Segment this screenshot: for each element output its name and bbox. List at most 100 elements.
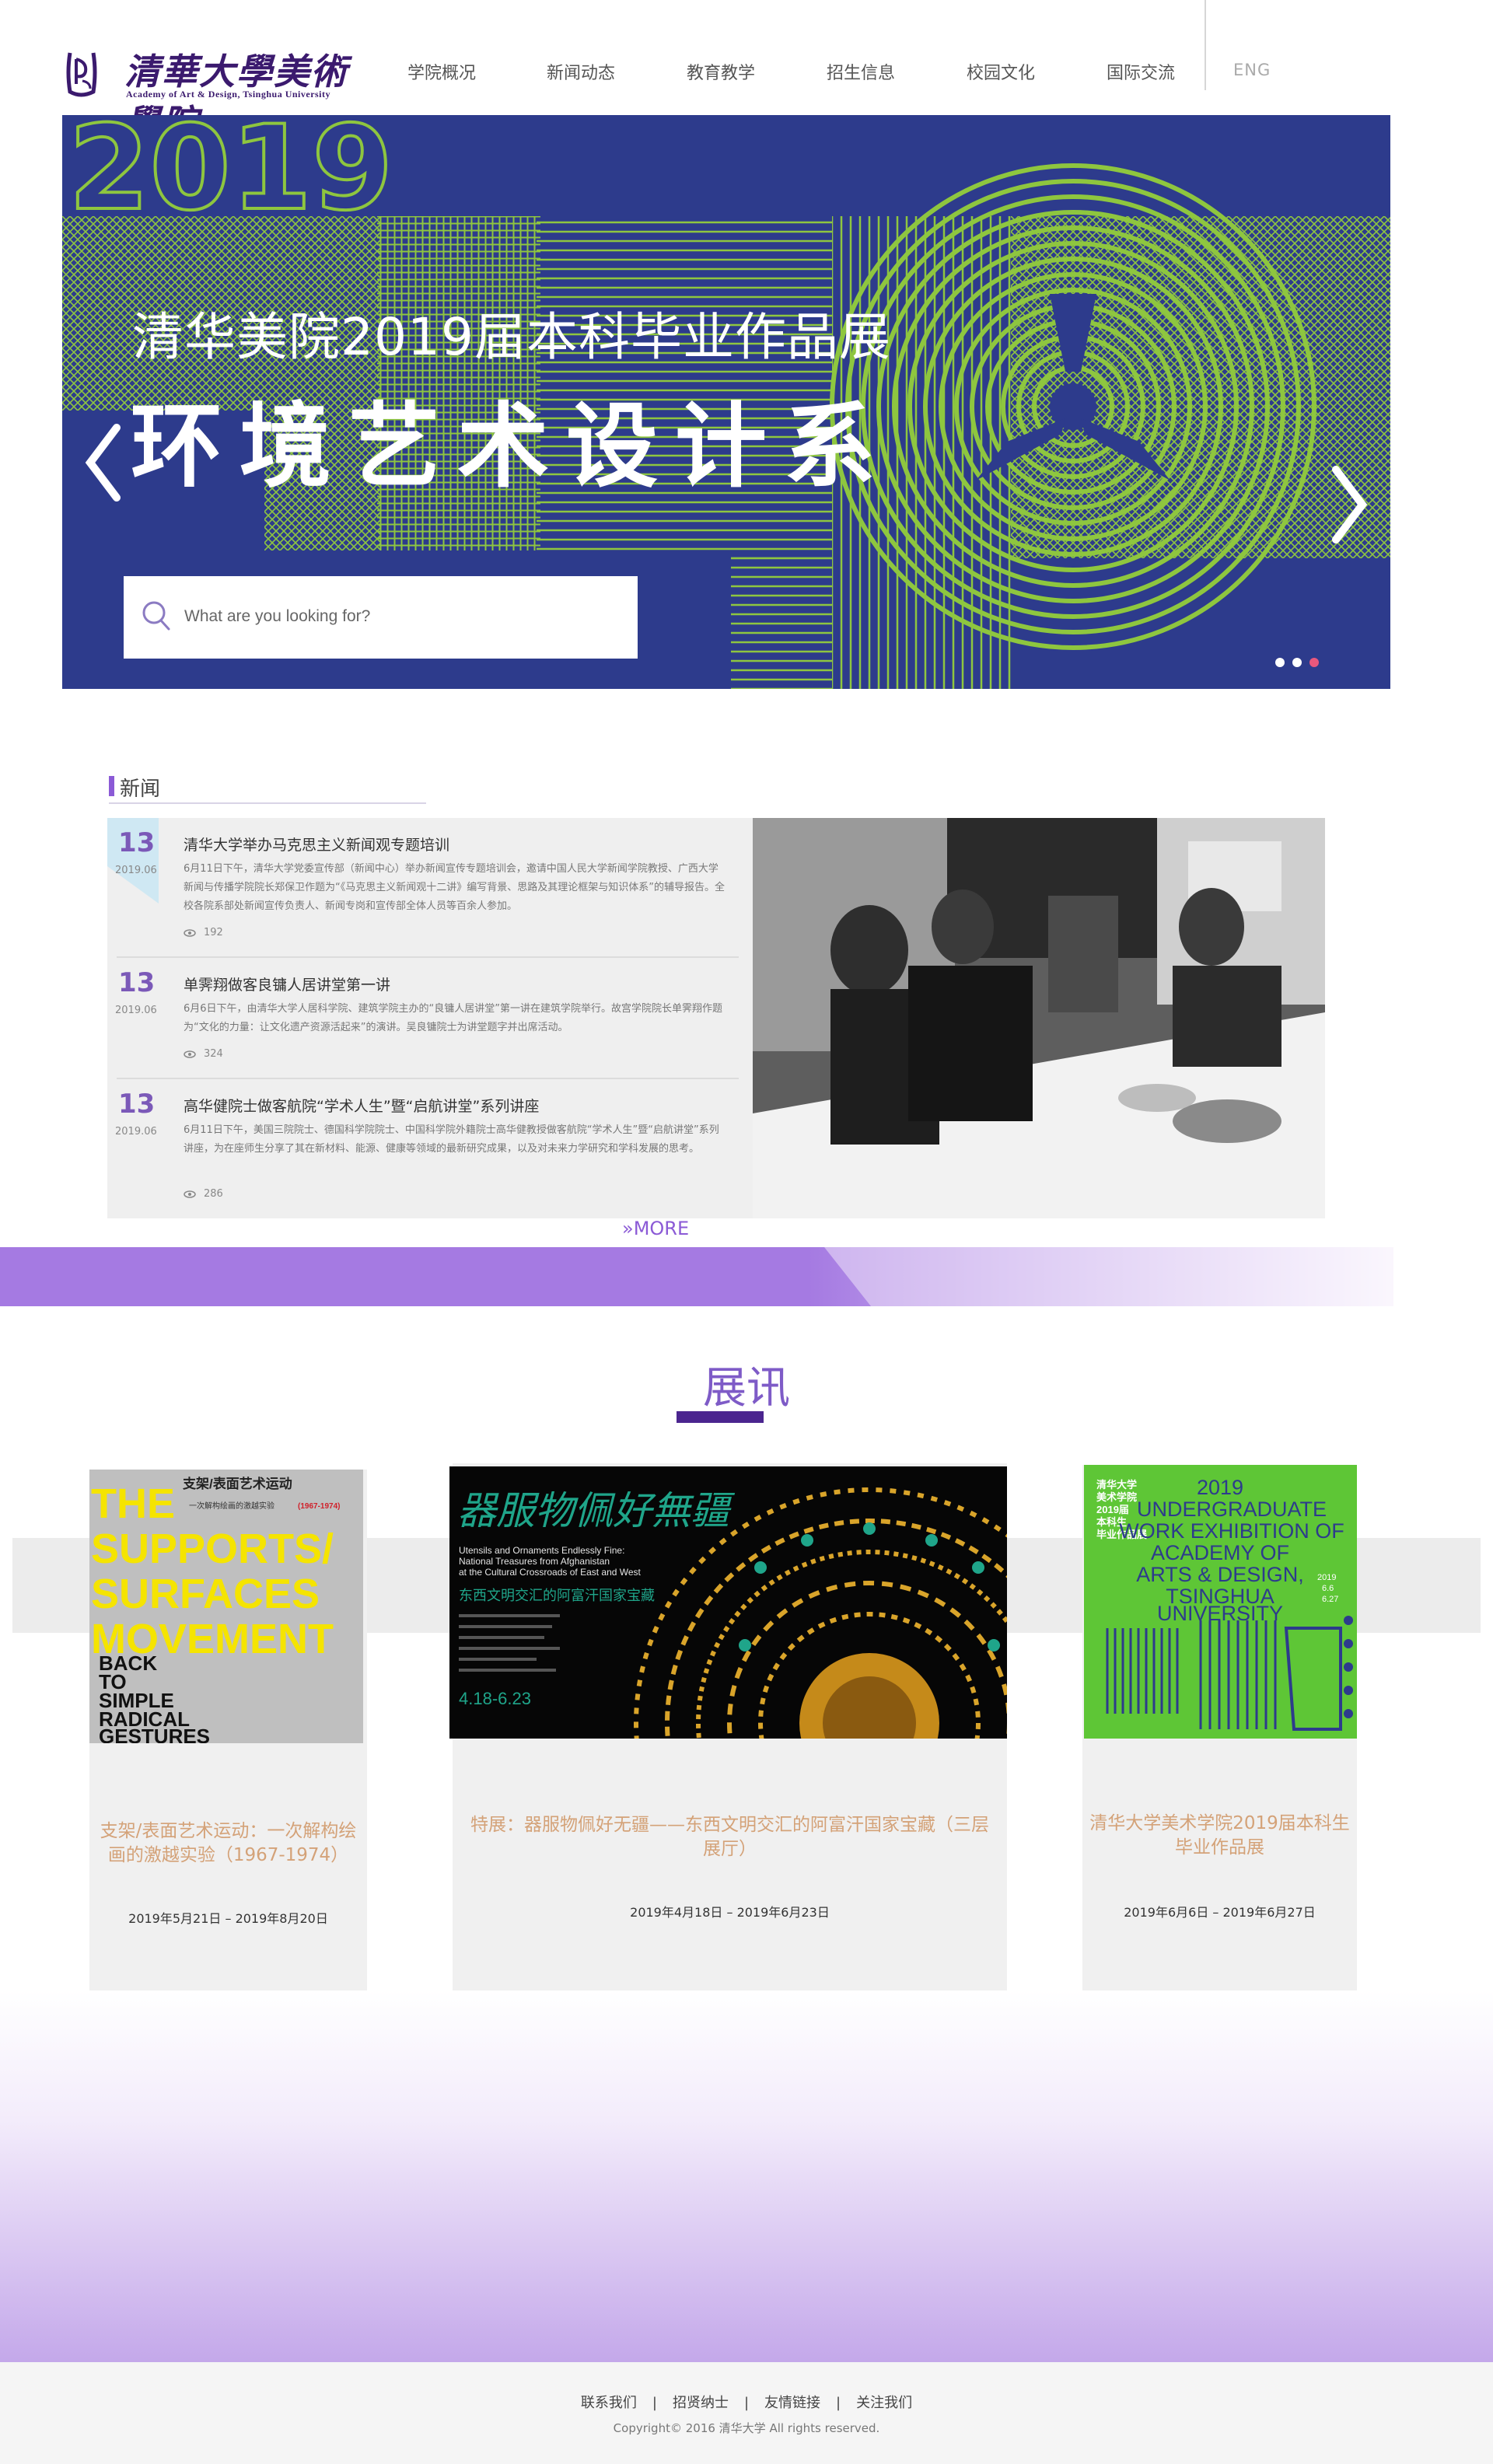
news-summary: 6月11日下午，清华大学党委宣传部（新闻中心）举办新闻宣传专题培训会，邀请中国人… (184, 863, 725, 912)
exhibition-title[interactable]: 清华大学美术学院2019届本科生毕业作品展 (1082, 1812, 1357, 1860)
exhibition-title[interactable]: 支架/表面艺术运动：一次解构绘画的激越实验（1967-1974） (89, 1819, 367, 1868)
nav-item-campus[interactable]: 校园文化 (967, 59, 1035, 84)
footer-links: 联系我们 | 招贤纳士 | 友情链接 | 关注我们 (0, 2392, 1493, 2412)
nav-item-education[interactable]: 教育教学 (687, 59, 755, 84)
news-date-month: 2019.06 (115, 1005, 157, 1016)
search-icon[interactable] (141, 599, 172, 634)
poster-date-line: 6.27 (1322, 1595, 1338, 1604)
exhibition-poster: 器服物佩好無疆 Utensils and Ornaments Endlessly… (449, 1466, 1007, 1739)
news-title[interactable]: 单霁翔做客良镛人居讲堂第一讲 (184, 973, 390, 994)
poster-header: 支架/表面艺术运动 (183, 1476, 292, 1491)
next-slide-arrow-icon[interactable] (1327, 462, 1373, 547)
poster-supports-surfaces: 支架/表面艺术运动 一次解构绘画的激越实验 (1967-1974) THE SU… (89, 1470, 363, 1743)
nav-item-about[interactable]: 学院概况 (407, 59, 476, 84)
news-date-month: 2019.06 (115, 1126, 157, 1138)
exhibition-card[interactable]: 清华大学 美术学院 2019届 本科生 毕业作品展 2019 UNDERGRAD… (1082, 1465, 1357, 2013)
prev-slide-arrow-icon[interactable] (79, 420, 126, 505)
news-summary: 6月6日下午，由清华大学人居科学院、建筑学院主办的“良镛人居讲堂”第一讲在建筑学… (184, 1003, 723, 1033)
exhibition-card[interactable]: 支架/表面艺术运动 一次解构绘画的激越实验 (1967-1974) THE SU… (89, 1470, 367, 2018)
eye-icon (184, 1190, 196, 1198)
news-item[interactable]: 13 2019.06 单霁翔做客良镛人居讲堂第一讲 6月6日下午，由清华大学人居… (107, 958, 743, 1082)
slide-dot-3-active[interactable] (1309, 658, 1319, 667)
poster-line: SURFACES (91, 1571, 320, 1617)
exhibition-date: 2019年6月6日 – 2019年6月27日 (1124, 1905, 1316, 1920)
slide-dot-1[interactable] (1275, 658, 1285, 667)
news-section-heading: 新闻 (109, 773, 426, 804)
footer-copyright: Copyright© 2016 清华大学 All rights reserved… (613, 2421, 880, 2435)
search-box (124, 576, 638, 659)
nav-item-admissions[interactable]: 招生信息 (827, 59, 895, 84)
poster-en-line: Utensils and Ornaments Endlessly Fine: (459, 1545, 624, 1556)
chevron-double-right-icon: » (622, 1218, 634, 1239)
poster-date-line: 2019 (1317, 1573, 1336, 1582)
footer-separator: | (743, 2395, 750, 2411)
footer-link-contact[interactable]: 联系我们 (581, 2395, 637, 2411)
news-feature-photo[interactable] (753, 818, 1325, 1218)
poster-sub-cn: 东西文明交汇的阿富汗国家宝藏 (459, 1588, 655, 1604)
news-title[interactable]: 高华健院士做客航院“学术人生”暨“启航讲堂”系列讲座 (184, 1095, 539, 1116)
news-heading-text: 新闻 (120, 778, 161, 801)
poster-dates: 4.18-6.23 (459, 1689, 531, 1708)
banner-subtitle: 清华美院2019届本科毕业作品展 (132, 307, 891, 367)
eye-icon (184, 928, 196, 937)
poster-en-line: 2019 (1197, 1476, 1243, 1499)
poster-sub: 一次解构绘画的激越实验 (189, 1501, 274, 1511)
news-views-count: 192 (204, 927, 223, 938)
banner-year: 2019 (68, 115, 393, 236)
exhibitions-heading-underline (677, 1411, 764, 1423)
poster-years: (1967-1974) (298, 1502, 340, 1511)
more-label: MORE (633, 1218, 690, 1239)
news-views: 286 (184, 1188, 223, 1200)
exhibition-date: 2019年5月21日 – 2019年8月20日 (128, 1911, 328, 1926)
poster-en-line: UNDERGRADUATE (1137, 1498, 1327, 1521)
news-views: 324 (184, 1048, 223, 1060)
footer-link-friends[interactable]: 友情链接 (764, 2395, 820, 2411)
news-more-link[interactable]: »MORE (622, 1218, 689, 1239)
footer-link-jobs[interactable]: 招贤纳士 (673, 2395, 729, 2411)
site-header: 清華大學美術學院 Academy of Art & Design, Tsingh… (0, 0, 1493, 144)
logo-emblem-icon (66, 52, 97, 97)
poster-header-line: 2019届 (1096, 1504, 1129, 1515)
poster-line: THE (91, 1480, 175, 1527)
poster-en-line: ACADEMY OF (1151, 1541, 1289, 1564)
news-views-count: 286 (204, 1188, 223, 1200)
footer-gradient (0, 1990, 1493, 2362)
site-footer: 联系我们 | 招贤纳士 | 友情链接 | 关注我们 Copyright© 2016 清华大学… (0, 2362, 1493, 2464)
nav-item-international[interactable]: 国际交流 (1107, 59, 1175, 84)
exhibition-title[interactable]: 特展：器服物佩好无疆——东西文明交汇的阿富汗国家宝藏（三层展厅） (453, 1813, 1007, 1861)
news-item[interactable]: 13 2019.06 清华大学举办马克思主义新闻观专题培训 6月11日下午，清华… (107, 818, 743, 942)
footer-link-follow[interactable]: 关注我们 (856, 2395, 912, 2411)
poster-undergrad-exhibition: 清华大学 美术学院 2019届 本科生 毕业作品展 2019 UNDERGRAD… (1084, 1465, 1357, 1739)
poster-header-line: 美术学院 (1096, 1491, 1137, 1503)
page: 清華大學美術學院 Academy of Art & Design, Tsingh… (0, 0, 1493, 2464)
news-summary: 6月11日下午，美国三院院士、德国科学院院士、中国科学院外籍院士高华健教授做客航… (184, 1124, 719, 1155)
poster-header-line: 清华大学 (1096, 1479, 1137, 1491)
language-switch-eng[interactable]: ENG (1233, 61, 1271, 79)
hero-banner: 2019 清华美院2019届本科毕业作品展 环境艺术设计系 (62, 115, 1390, 689)
poster-afghan-treasures: 器服物佩好無疆 Utensils and Ornaments Endlessly… (449, 1466, 1007, 1739)
exhibition-poster: 清华大学 美术学院 2019届 本科生 毕业作品展 2019 UNDERGRAD… (1084, 1465, 1357, 1739)
nav-item-news[interactable]: 新闻动态 (547, 59, 615, 84)
news-list: 13 2019.06 清华大学举办马克思主义新闻观专题培训 6月11日下午，清华… (107, 818, 753, 1218)
poster-line: SUPPORTS/ (91, 1526, 334, 1572)
news-photo-image (753, 818, 1325, 1218)
news-date-day: 13 (118, 967, 156, 998)
news-title[interactable]: 清华大学举办马克思主义新闻观专题培训 (184, 834, 449, 855)
poster-en-line: National Treasures from Afghanistan (459, 1556, 610, 1567)
news-views-count: 324 (204, 1048, 223, 1060)
news-date-month: 2019.06 (115, 865, 157, 876)
slide-dot-2[interactable] (1292, 658, 1302, 667)
nav-divider (1205, 0, 1206, 90)
exhibition-card[interactable]: 器服物佩好無疆 Utensils and Ornaments Endlessly… (449, 1463, 1007, 2008)
exhibition-poster: 支架/表面艺术运动 一次解构绘画的激越实验 (1967-1974) THE SU… (89, 1470, 363, 1743)
logo-english-name: Academy of Art & Design, Tsinghua Univer… (126, 89, 331, 100)
poster-en-line: ARTS & DESIGN, (1136, 1563, 1304, 1586)
news-views: 192 (184, 927, 223, 938)
poster-date-line: 6.6 (1322, 1584, 1334, 1593)
footer-separator: | (652, 2395, 657, 2411)
search-input[interactable] (184, 599, 620, 634)
eye-icon (184, 1050, 196, 1058)
news-date-day: 13 (118, 1089, 156, 1120)
news-item[interactable]: 13 2019.06 高华健院士做客航院“学术人生”暨“启航讲堂”系列讲座 6月… (107, 1079, 743, 1204)
site-logo[interactable]: 清華大學美術學院 Academy of Art & Design, Tsingh… (64, 42, 359, 144)
